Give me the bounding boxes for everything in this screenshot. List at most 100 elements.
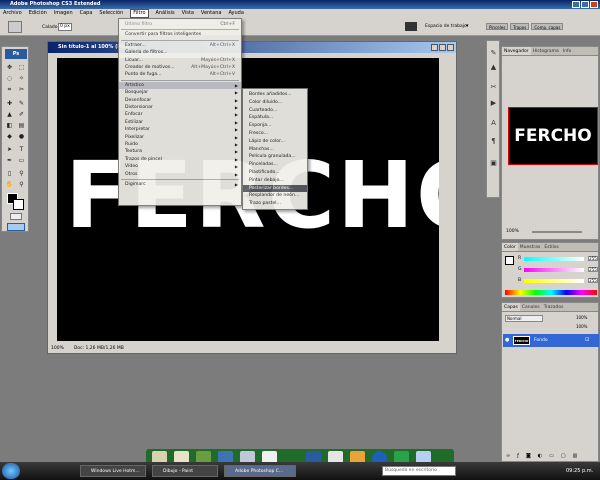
type-tool-icon[interactable]: T	[16, 145, 27, 154]
filter-menu-item[interactable]: Digimarc ▶	[119, 181, 241, 188]
close-button[interactable]	[590, 1, 598, 8]
menu-capa[interactable]: Capa	[80, 9, 93, 18]
taskbar-item-paint[interactable]: Dibujo - Paint	[152, 465, 218, 477]
trash-icon[interactable]: ▥	[573, 453, 578, 460]
chevron-down-icon[interactable]: ▾	[466, 23, 469, 29]
stamp-tool-icon[interactable]: ▲	[4, 110, 15, 119]
artistic-submenu-item[interactable]: Bordes añadidos...	[243, 91, 307, 98]
eyedropper-icon[interactable]: ⚲	[16, 169, 27, 178]
fx-icon[interactable]: ƒ	[517, 453, 519, 460]
mask-icon[interactable]: ◙	[526, 453, 531, 460]
hand-tool-icon[interactable]: ✋	[4, 180, 15, 189]
artistic-submenu-item[interactable]: Película granulada...	[243, 153, 307, 160]
artistic-submenu-item[interactable]: Cuarteado...	[243, 107, 307, 114]
blend-mode-select[interactable]: Normal	[505, 315, 543, 322]
zoom-tool-icon[interactable]: ⚲	[16, 180, 27, 189]
filter-menu-item[interactable]: Artístico ▶	[119, 81, 241, 89]
healing-tool-icon[interactable]: ✚	[4, 99, 15, 108]
channel-r-value[interactable]: 255	[588, 256, 598, 261]
artistic-submenu-item[interactable]: Plastificado...	[243, 169, 307, 176]
desktop-search-input[interactable]: Búsqueda en escritorio	[382, 466, 456, 476]
minimize-button[interactable]	[572, 1, 580, 8]
tab-layers[interactable]: Capas	[502, 303, 520, 311]
taskbar-item-photoshop[interactable]: Adobe Photoshop C...	[224, 465, 296, 477]
filter-menu-item[interactable]: Punto de fuga... Alt+Ctrl+V	[119, 71, 241, 78]
clone-panel-icon[interactable]: ▲	[489, 63, 498, 72]
move-tool-icon[interactable]: ✥	[4, 63, 15, 72]
filter-menu-item[interactable]: Distorsionar ▶	[119, 104, 241, 111]
tab-paths[interactable]: Trazados	[542, 303, 566, 311]
dodge-tool-icon[interactable]: ●	[16, 132, 27, 141]
artistic-submenu-item[interactable]: Posterizar bordes...	[243, 184, 307, 192]
doc-minimize-button[interactable]	[431, 44, 438, 51]
channel-b-slider[interactable]	[524, 279, 584, 283]
filter-menu-item[interactable]: Galería de filtros...	[119, 49, 241, 56]
background-color-swatch[interactable]	[13, 199, 24, 210]
menu-filtro[interactable]: Filtro	[130, 9, 149, 18]
artistic-submenu-item[interactable]: Esponja...	[243, 122, 307, 129]
magic-wand-icon[interactable]: ✧	[16, 74, 27, 83]
filter-menu-item[interactable]: Pixelizar ▶	[119, 134, 241, 141]
filter-menu-item[interactable]: Ruido ▶	[119, 141, 241, 148]
layer-row[interactable]: ● FERCHO Fondo ⊡	[503, 334, 599, 347]
artistic-submenu-item[interactable]: Trazo pastel...	[243, 200, 307, 207]
menu-seleccion[interactable]: Selección	[99, 9, 123, 18]
character-panel-icon[interactable]: A	[489, 119, 498, 128]
eraser-tool-icon[interactable]: ◧	[4, 121, 15, 130]
brush-panel-icon[interactable]: ✎	[489, 49, 498, 58]
workspace-label[interactable]: Espacio de trabajo	[425, 24, 467, 29]
slice-tool-icon[interactable]: ✂	[16, 85, 27, 94]
filter-menu-item[interactable]: Licuar... Mayús+Ctrl+X	[119, 57, 241, 64]
tool-preset-icon[interactable]	[8, 21, 22, 33]
filter-menu-item[interactable]: Convertir para filtros inteligentes	[119, 31, 241, 38]
channel-r-slider[interactable]	[524, 257, 584, 261]
navigator-thumbnail[interactable]: FERCHO	[508, 107, 598, 165]
artistic-submenu-item[interactable]: Fresco...	[243, 130, 307, 137]
notes-tool-icon[interactable]: ▯	[4, 169, 15, 178]
palette-icon[interactable]	[405, 22, 417, 31]
menu-vista[interactable]: Vista	[182, 9, 194, 18]
tab-info[interactable]: Info	[561, 47, 574, 55]
artistic-submenu-item[interactable]: Manchas...	[243, 146, 307, 153]
filter-menu-item[interactable]: Enfocar ▶	[119, 111, 241, 118]
tab-color[interactable]: Color	[502, 243, 518, 251]
tab-tool-presets[interactable]: Trapos	[510, 23, 530, 30]
filter-menu-item[interactable]: Creador de motivos... Alt+Mayús+Ctrl+X	[119, 64, 241, 71]
navigator-zoom[interactable]: 100%	[506, 229, 519, 234]
start-button[interactable]	[2, 463, 20, 479]
fill-value[interactable]: 100%	[576, 324, 587, 329]
gradient-tool-icon[interactable]: ▤	[16, 121, 27, 130]
path-select-icon[interactable]: ➤	[4, 145, 15, 154]
tab-styles[interactable]: Estilos	[542, 243, 561, 251]
layer-name[interactable]: Fondo	[534, 334, 548, 347]
taskbar-item-hotmail[interactable]: Windows Live Hotm...	[80, 465, 146, 477]
feather-input[interactable]: 0 px	[58, 23, 72, 31]
actions-panel-icon[interactable]: ▶	[489, 99, 498, 108]
tab-brushes[interactable]: Pinceles	[486, 23, 509, 30]
menu-edicion[interactable]: Edición	[29, 9, 47, 18]
menu-archivo[interactable]: Archivo	[3, 9, 22, 18]
maximize-button[interactable]	[581, 1, 589, 8]
filter-menu-item[interactable]: Estilizar ▶	[119, 119, 241, 126]
screen-mode-icon[interactable]	[7, 223, 25, 231]
artistic-submenu-item[interactable]: Pintar debajo...	[243, 177, 307, 184]
channel-g-slider[interactable]	[524, 268, 584, 272]
filter-menu-item[interactable]: Vídeo ▶	[119, 163, 241, 170]
tab-histogram[interactable]: Histograma	[531, 47, 561, 55]
new-layer-icon[interactable]: ▢	[561, 453, 566, 460]
history-panel-icon[interactable]: ✂	[489, 83, 498, 92]
tab-swatches[interactable]: Muestras	[518, 243, 543, 251]
filter-menu-item[interactable]: Extraer... Alt+Ctrl+X	[119, 42, 241, 49]
document-titlebar[interactable]: Sin título-1 al 100% (RGB/8)	[48, 42, 456, 53]
filter-menu-item[interactable]: Desenfocar ▶	[119, 97, 241, 104]
info-panel-icon[interactable]: ▣	[489, 159, 498, 168]
tab-channels[interactable]: Canales	[520, 303, 542, 311]
adjustment-icon[interactable]: ◐	[538, 453, 542, 460]
folder-icon[interactable]: ▭	[549, 453, 554, 460]
filter-menu-item[interactable]: Último filtro Ctrl+F	[119, 21, 241, 28]
paragraph-panel-icon[interactable]: ¶	[489, 137, 498, 146]
navigator-zoom-slider[interactable]	[532, 231, 582, 233]
menu-analisis[interactable]: Análisis	[156, 9, 175, 18]
doc-close-button[interactable]	[447, 44, 454, 51]
artistic-submenu-item[interactable]: Resplandor de neón...	[243, 192, 307, 199]
